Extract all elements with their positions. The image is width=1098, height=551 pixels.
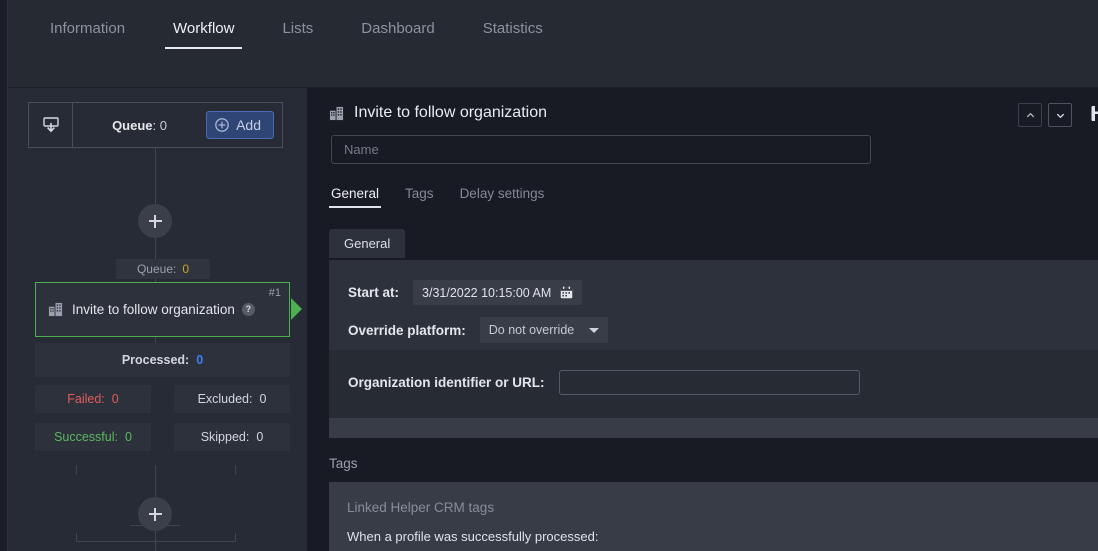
connector-line-5	[235, 465, 236, 474]
tab-workflow[interactable]: Workflow	[163, 14, 244, 49]
workflow-action-node[interactable]: Invite to follow organization ? #1	[35, 282, 290, 337]
stat-excluded-value: 0	[259, 392, 267, 406]
override-platform-value: Do not override	[488, 323, 575, 337]
plus-circle-icon	[215, 118, 229, 132]
connector-line-8	[76, 533, 77, 542]
tab-statistics[interactable]: Statistics	[473, 14, 553, 49]
card-tab-general[interactable]: General	[329, 229, 406, 258]
stat-skipped-label: Skipped:	[200, 430, 250, 444]
workflow-sidebar: Queue: 0 Add Queue: 0 Invite to follow o…	[8, 88, 307, 551]
panel-title-row: Invite to follow organization	[329, 104, 547, 122]
connector-line-7	[76, 541, 236, 542]
override-platform-label: Override platform:	[348, 322, 466, 338]
node-queue-chip: Queue: 0	[116, 259, 210, 279]
override-platform-select[interactable]: Do not override	[479, 317, 608, 343]
queue-head-count: 0	[159, 117, 168, 133]
crm-tags-placeholder: Linked Helper CRM tags	[347, 500, 495, 515]
start-at-row: Start at: 3/31/2022 10:15:00 AM	[348, 280, 583, 305]
stat-failed: Failed: 0	[35, 385, 151, 413]
subtab-tags[interactable]: Tags	[403, 186, 436, 208]
app-root: Information Workflow Lists Dashboard Sta…	[0, 0, 1098, 551]
queue-head-label: Queue: 0	[73, 118, 206, 133]
organization-card-body: Organization identifier or URL:	[329, 350, 1098, 418]
action-detail-panel: Invite to follow organization General Ta…	[307, 88, 1098, 551]
help-circle-icon[interactable]: ?	[241, 303, 255, 316]
building-icon	[329, 106, 344, 121]
next-step-button[interactable]	[1048, 103, 1072, 127]
add-step-button-bottom[interactable]	[138, 497, 172, 531]
top-header: Information Workflow Lists Dashboard Sta…	[8, 0, 1098, 88]
name-input[interactable]	[331, 135, 871, 164]
stat-failed-value: 0	[111, 392, 119, 406]
stat-successful-label: Successful:	[54, 430, 118, 444]
chevron-down-icon	[1055, 110, 1066, 121]
override-platform-row: Override platform: Do not override	[348, 317, 608, 343]
general-card-footer-strip	[329, 418, 1098, 438]
start-at-value: 3/31/2022 10:15:00 AM	[422, 285, 552, 300]
stat-successful: Successful: 0	[35, 423, 151, 451]
left-edge-strip	[0, 0, 8, 551]
action-node-number: #1	[268, 287, 281, 299]
stat-excluded-label: Excluded:	[197, 392, 253, 406]
main-tab-bar: Information Workflow Lists Dashboard Sta…	[40, 14, 581, 49]
organization-input[interactable]	[558, 370, 860, 395]
queue-head-text: Queue	[112, 117, 153, 133]
stat-skipped-value: 0	[256, 430, 264, 444]
add-button[interactable]: Add	[206, 111, 274, 139]
action-node-arrow-icon	[291, 298, 302, 320]
stat-processed-label: Processed:	[121, 353, 190, 367]
subtab-general[interactable]: General	[329, 186, 382, 208]
add-step-button-top[interactable]	[138, 204, 172, 238]
page-title: Invite to follow organization	[354, 104, 547, 121]
building-icon	[48, 302, 63, 317]
inbox-download-icon	[29, 103, 73, 147]
previous-step-button[interactable]	[1018, 103, 1042, 127]
organization-label: Organization identifier or URL:	[348, 375, 545, 390]
stat-skipped: Skipped: 0	[174, 423, 290, 451]
stat-failed-label: Failed:	[67, 392, 105, 406]
tags-card: Linked Helper CRM tags When a profile wa…	[329, 482, 1098, 551]
tags-success-label: When a profile was successfully processe…	[347, 529, 599, 544]
tags-section-heading: Tags	[329, 456, 358, 471]
connector-line-9	[235, 533, 236, 542]
subtab-delay-settings[interactable]: Delay settings	[458, 186, 547, 208]
tab-lists[interactable]: Lists	[272, 14, 323, 49]
start-at-label: Start at:	[348, 285, 400, 300]
general-card-body: Start at: 3/31/2022 10:15:00 AM Override…	[329, 260, 1098, 350]
stat-successful-value: 0	[124, 430, 132, 444]
workflow-canvas: Queue: 0 Add Queue: 0 Invite to follow o…	[8, 88, 307, 551]
stat-processed: Processed: 0	[35, 343, 290, 377]
queue-head-colon: :	[152, 117, 157, 133]
start-at-datefield[interactable]: 3/31/2022 10:15:00 AM	[413, 280, 583, 305]
connector-line-11	[155, 531, 156, 551]
save-icon[interactable]	[1089, 103, 1098, 127]
connector-line-4	[76, 465, 77, 474]
tab-dashboard[interactable]: Dashboard	[351, 14, 444, 49]
add-button-label: Add	[236, 117, 261, 133]
node-queue-chip-label: Queue:	[136, 262, 177, 276]
chevron-up-icon	[1025, 110, 1036, 121]
stat-processed-value: 0	[196, 353, 204, 367]
node-queue-chip-value: 0	[182, 262, 190, 276]
tab-information[interactable]: Information	[40, 14, 135, 49]
queue-head-node[interactable]: Queue: 0 Add	[28, 102, 283, 148]
stat-excluded: Excluded: 0	[174, 385, 290, 413]
panel-subtab-bar: General Tags Delay settings	[329, 186, 568, 208]
organization-row: Organization identifier or URL:	[348, 370, 860, 395]
chevron-down-icon	[588, 327, 599, 333]
action-node-title: Invite to follow organization	[72, 302, 235, 317]
general-card-tabstrip: General	[329, 229, 406, 258]
calendar-icon[interactable]	[560, 286, 573, 299]
connector-line-1	[155, 148, 156, 204]
